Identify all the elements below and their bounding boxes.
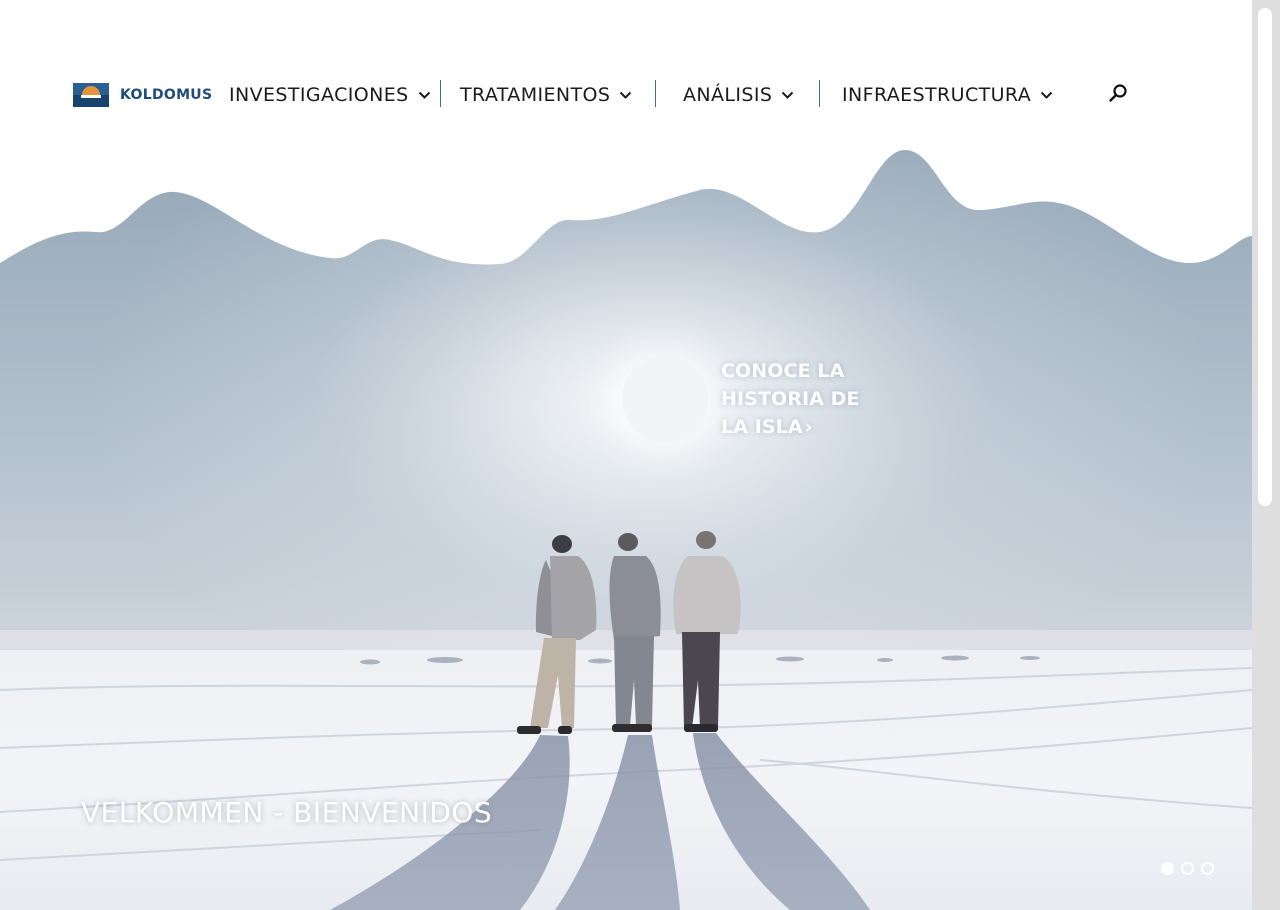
nav-analisis[interactable]: ANÁLISIS	[683, 83, 794, 107]
search-icon[interactable]	[1107, 82, 1129, 104]
nav-label: INVESTIGACIONES	[229, 84, 409, 106]
welcome-heading: VELKOMMEN - BIENVENIDOS	[81, 796, 493, 829]
nav-label: TRATAMIENTOS	[460, 84, 611, 106]
sun-circle	[622, 356, 708, 442]
nav-infraestructura[interactable]: INFRAESTRUCTURA	[842, 83, 1053, 107]
nav-divider	[655, 80, 656, 107]
scrollbar-thumb[interactable]	[1258, 8, 1272, 506]
brand-logo[interactable]: KOLDOMUS	[73, 83, 212, 107]
nav-investigaciones[interactable]: INVESTIGACIONES	[229, 83, 431, 107]
chevron-right-icon: ›	[804, 416, 813, 438]
chevron-down-icon	[620, 91, 632, 99]
nav-label: ANÁLISIS	[683, 84, 773, 106]
nav-label: INFRAESTRUCTURA	[842, 84, 1032, 106]
cta-text-wrap: CONOCE LA HISTORIA DE LA ISLA ›	[721, 357, 871, 441]
chevron-down-icon	[1040, 91, 1053, 99]
logo-text: KOLDOMUS	[120, 87, 213, 103]
logo-mark-icon	[73, 83, 109, 107]
site-header: KOLDOMUS INVESTIGACIONES TRATAMIENTOS AN…	[0, 0, 1252, 150]
cta-label: CONOCE LA HISTORIA DE LA ISLA	[721, 360, 860, 438]
slide-pagination	[1161, 862, 1214, 875]
scrollbar[interactable]	[1252, 0, 1280, 910]
slide-dot-2[interactable]	[1181, 862, 1194, 875]
chevron-down-icon	[418, 91, 430, 99]
hero-image	[0, 150, 1252, 910]
nav-tratamientos[interactable]: TRATAMIENTOS	[460, 83, 632, 107]
nav-divider	[440, 80, 441, 107]
slide-dot-3[interactable]	[1201, 862, 1214, 875]
chevron-down-icon	[782, 91, 794, 99]
island-story-link[interactable]: CONOCE LA HISTORIA DE LA ISLA ›	[622, 355, 871, 443]
slide-dot-1[interactable]	[1161, 862, 1174, 875]
nav-divider	[819, 80, 820, 107]
